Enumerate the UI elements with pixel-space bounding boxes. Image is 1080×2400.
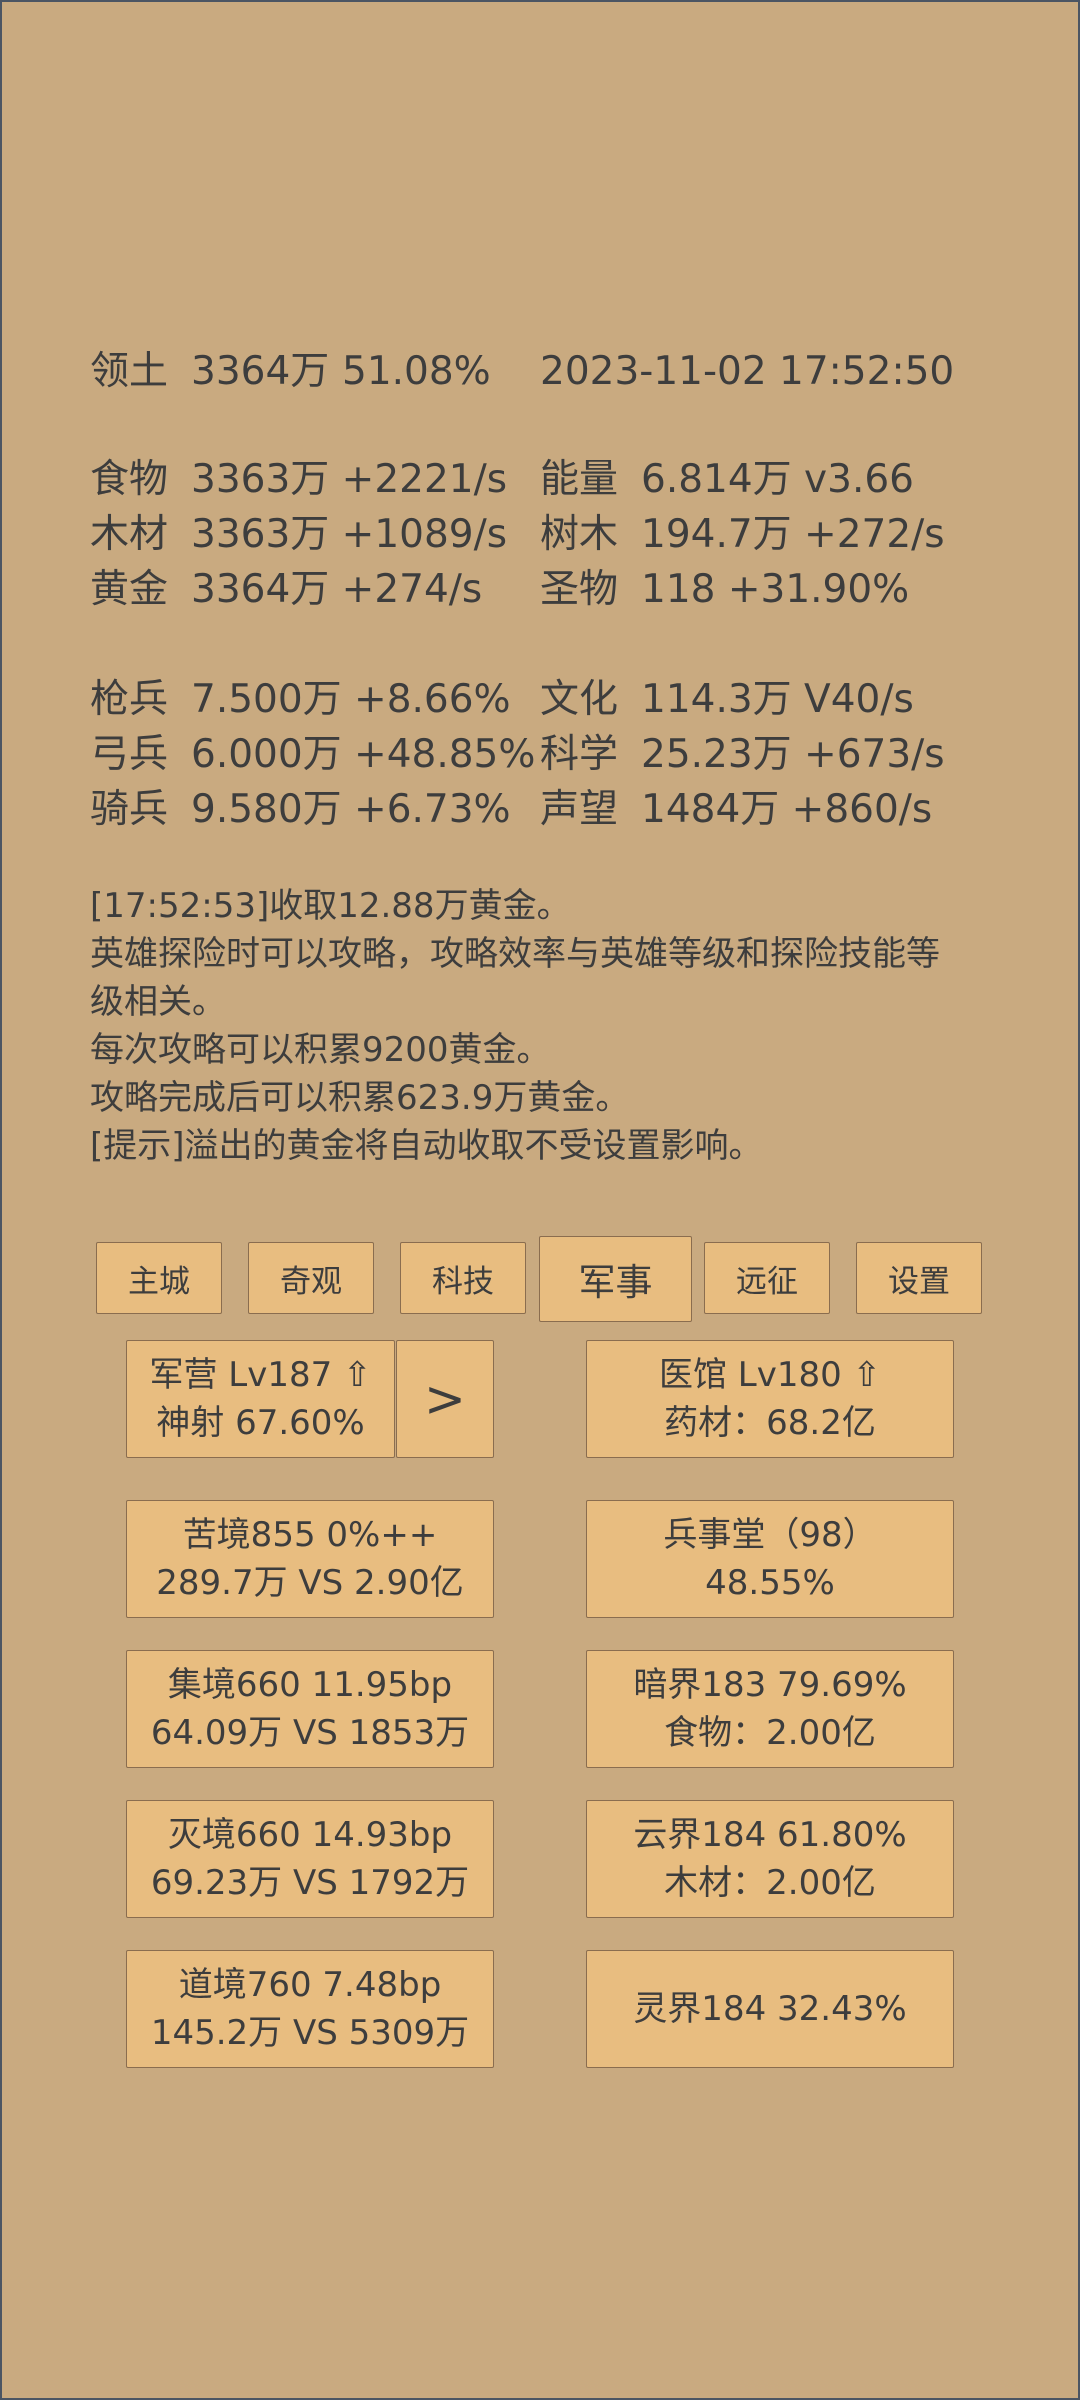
stat-label: 圣物 xyxy=(540,567,619,612)
log-line: 级相关。 xyxy=(90,982,226,1022)
realm-card[interactable]: 集境660 11.95bp 64.09万 VS 1853万 xyxy=(126,1650,494,1768)
realm-card[interactable]: 云界184 61.80% 木材：2.00亿 xyxy=(586,1800,954,1918)
card-line: 灵界184 32.43% xyxy=(633,1989,907,2029)
realm-card[interactable]: 暗界183 79.69% 食物：2.00亿 xyxy=(586,1650,954,1768)
military-hall-card[interactable]: 兵事堂（98） 48.55% xyxy=(586,1500,954,1618)
log-line: [17:52:53]收取12.88万黄金。 xyxy=(90,886,571,926)
card-line: 69.23万 VS 1792万 xyxy=(150,1863,470,1903)
card-line: 289.7万 VS 2.90亿 xyxy=(156,1563,464,1603)
realm-card[interactable]: 苦境855 0%++ 289.7万 VS 2.90亿 xyxy=(126,1500,494,1618)
card-line: 云界184 61.80% xyxy=(633,1815,907,1855)
stat-value: 7.500万 +8.66% xyxy=(191,677,511,722)
stat-label: 能量 xyxy=(540,457,619,502)
datetime: 2023-11-02 17:52:50 xyxy=(540,349,955,394)
card-line: 灭境660 14.93bp xyxy=(167,1815,453,1855)
log-line: [提示]溢出的黄金将自动收取不受设置影响。 xyxy=(90,1126,763,1166)
hospital-level: 医馆 Lv180 ⇧ xyxy=(658,1355,882,1395)
stat-value: 6.814万 v3.66 xyxy=(641,457,914,502)
tab-wonders[interactable]: 奇观 xyxy=(248,1242,374,1314)
territory-label: 领土 xyxy=(90,349,169,394)
stat-label: 弓兵 xyxy=(90,732,169,777)
stat-value: 3363万 +2221/s xyxy=(191,457,508,502)
stat-value: 194.7万 +272/s xyxy=(641,512,945,557)
stat-label: 食物 xyxy=(90,457,169,502)
tab-technology[interactable]: 科技 xyxy=(400,1242,526,1314)
stat-label: 黄金 xyxy=(90,567,169,612)
barracks-unit: 神射 67.60% xyxy=(156,1403,365,1443)
stat-value: 114.3万 V40/s xyxy=(641,677,914,722)
hospital-herbs: 药材：68.2亿 xyxy=(664,1403,876,1443)
stat-value: 118 +31.90% xyxy=(641,567,910,612)
log-line: 每次攻略可以积累9200黄金。 xyxy=(90,1030,551,1070)
realm-card[interactable]: 灭境660 14.93bp 69.23万 VS 1792万 xyxy=(126,1800,494,1918)
territory-value: 3364万 xyxy=(191,349,330,394)
stat-value: 1484万 +860/s xyxy=(641,787,933,832)
realm-card[interactable]: 道境760 7.48bp 145.2万 VS 5309万 xyxy=(126,1950,494,2068)
stat-label: 树木 xyxy=(540,512,619,557)
barracks-card[interactable]: 军营 Lv187 ⇧ 神射 67.60% xyxy=(126,1340,395,1458)
tab-military[interactable]: 军事 xyxy=(539,1236,692,1322)
tab-expedition[interactable]: 远征 xyxy=(704,1242,830,1314)
stat-label: 枪兵 xyxy=(90,677,169,722)
card-line: 兵事堂（98） xyxy=(663,1515,877,1555)
stat-value: 6.000万 +48.85% xyxy=(191,732,536,777)
stat-label: 骑兵 xyxy=(90,787,169,832)
barracks-level: 军营 Lv187 ⇧ xyxy=(149,1355,372,1395)
tab-settings[interactable]: 设置 xyxy=(856,1242,982,1314)
card-line: 苦境855 0%++ xyxy=(182,1515,438,1555)
stat-label: 声望 xyxy=(540,787,619,832)
stat-label: 文化 xyxy=(540,677,619,722)
card-line: 145.2万 VS 5309万 xyxy=(150,2013,470,2053)
territory-percent: 51.08% xyxy=(342,349,491,394)
chevron-right-icon: > xyxy=(424,1370,466,1428)
stat-label: 科学 xyxy=(540,732,619,777)
message-log: [17:52:53]收取12.88万黄金。 英雄探险时可以攻略，攻略效率与英雄等… xyxy=(90,882,1010,1170)
card-line: 集境660 11.95bp xyxy=(167,1665,453,1705)
card-line: 48.55% xyxy=(705,1563,835,1603)
card-line: 道境760 7.48bp xyxy=(178,1965,442,2005)
card-line: 食物：2.00亿 xyxy=(664,1713,876,1753)
stat-value: 9.580万 +6.73% xyxy=(191,787,511,832)
log-line: 攻略完成后可以积累623.9万黄金。 xyxy=(90,1078,630,1118)
tab-bar: 主城 奇观 科技 军事 远征 设置 xyxy=(0,1236,1080,1322)
card-line: 木材：2.00亿 xyxy=(664,1863,876,1903)
stat-label: 木材 xyxy=(90,512,169,557)
stat-value: 3363万 +1089/s xyxy=(191,512,508,557)
stat-value: 3364万 +274/s xyxy=(191,567,483,612)
tab-main-city[interactable]: 主城 xyxy=(96,1242,222,1314)
next-button[interactable]: > xyxy=(396,1340,494,1458)
log-line: 英雄探险时可以攻略，攻略效率与英雄等级和探险技能等 xyxy=(90,934,940,974)
stat-value: 25.23万 +673/s xyxy=(641,732,945,777)
card-line: 64.09万 VS 1853万 xyxy=(150,1713,470,1753)
realm-card[interactable]: 灵界184 32.43% xyxy=(586,1950,954,2068)
card-line: 暗界183 79.69% xyxy=(633,1665,907,1705)
hospital-card[interactable]: 医馆 Lv180 ⇧ 药材：68.2亿 xyxy=(586,1340,954,1458)
